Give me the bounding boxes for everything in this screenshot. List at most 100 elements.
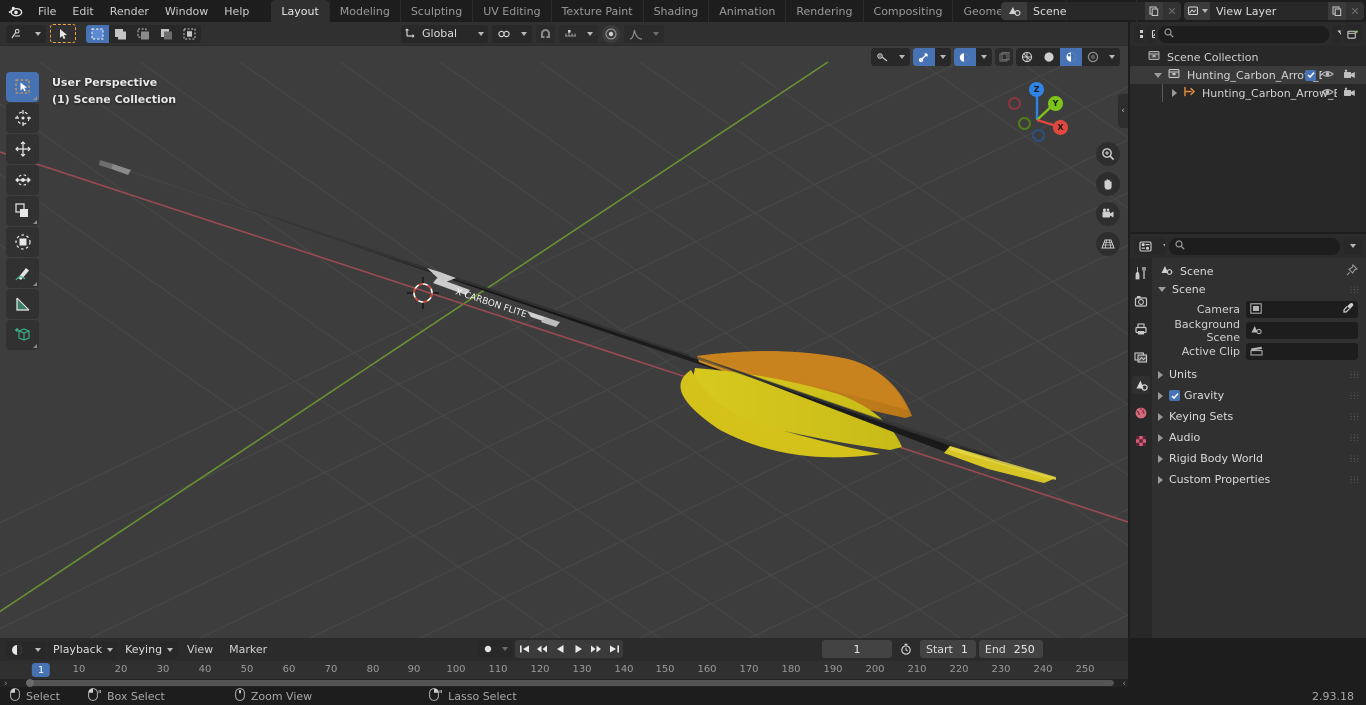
- gravity-checkbox[interactable]: [1169, 390, 1180, 401]
- menu-window[interactable]: Window: [157, 2, 216, 20]
- playback-transport[interactable]: [515, 640, 623, 658]
- falloff-dropdown-icon[interactable]: [648, 25, 664, 43]
- scrollbar-track[interactable]: [26, 680, 1114, 686]
- viewport-canvas[interactable]: X CARBON FLITE: [0, 22, 1128, 638]
- scene-name[interactable]: Scene: [1027, 2, 1145, 20]
- new-collection-icon[interactable]: [1344, 25, 1362, 43]
- properties-tab-world[interactable]: [1132, 404, 1150, 422]
- tab-uv-editing[interactable]: UV Editing: [472, 0, 550, 22]
- gizmo-axis-x[interactable]: X: [1053, 120, 1068, 135]
- toggle-xray-icon[interactable]: [954, 48, 976, 66]
- transform-orientation-dropdown[interactable]: Global: [401, 24, 489, 43]
- properties-tab-output[interactable]: [1132, 320, 1150, 338]
- timeline-menu-playback[interactable]: Playback: [48, 640, 119, 659]
- jump-to-start-icon[interactable]: [515, 640, 533, 658]
- properties-tab-scene[interactable]: [1132, 376, 1150, 394]
- outliner-filter-id[interactable]: [1146, 25, 1156, 43]
- filter-id-icon[interactable]: [1146, 25, 1156, 43]
- gizmo-axis-neg-x[interactable]: [1008, 97, 1021, 110]
- blender-logo-icon[interactable]: [0, 0, 30, 22]
- proportional-editing-icon[interactable]: [602, 24, 621, 43]
- gizmo-dropdown-icon[interactable]: [894, 48, 910, 66]
- 3d-viewport[interactable]: X CARBON FLITE User Perspective (1) Scen…: [0, 22, 1128, 638]
- property-field-background-scene[interactable]: [1246, 322, 1358, 339]
- viewport-render-preview-icon[interactable]: [995, 48, 1013, 66]
- show-gizmo-icon[interactable]: [871, 48, 894, 66]
- falloff-selector[interactable]: [624, 24, 665, 43]
- hand-icon[interactable]: [1096, 172, 1120, 196]
- next-keyframe-icon[interactable]: [587, 640, 605, 658]
- timeline-menu-view[interactable]: View: [180, 641, 220, 659]
- show-overlays-icon[interactable]: [913, 48, 935, 66]
- overlays-group[interactable]: [913, 48, 951, 66]
- tweak-tool-icon[interactable]: [6, 25, 30, 43]
- eyedropper-icon[interactable]: [1342, 302, 1354, 317]
- outliner-row-scene-collection[interactable]: Scene Collection: [1130, 48, 1366, 66]
- tool-scale[interactable]: [6, 196, 39, 226]
- new-scene-icon[interactable]: [1145, 2, 1163, 20]
- tool-annotate[interactable]: [6, 258, 39, 288]
- expander-down-icon[interactable]: [1154, 72, 1162, 78]
- scrollbar-knob[interactable]: [26, 679, 34, 687]
- magnet-icon[interactable]: [536, 24, 556, 43]
- gizmo-axis-neg-z[interactable]: [1032, 129, 1045, 142]
- property-field-camera[interactable]: [1246, 301, 1358, 318]
- tab-modeling[interactable]: Modeling: [328, 0, 400, 22]
- shading-rendered-icon[interactable]: [1082, 48, 1104, 66]
- expander-right-icon[interactable]: [1172, 89, 1177, 97]
- panel-header-units[interactable]: Units ::::::: [1152, 365, 1366, 384]
- snap-increment-icon[interactable]: [559, 25, 582, 43]
- properties-tab-render[interactable]: [1132, 292, 1150, 310]
- shading-dropdown-icon[interactable]: [1104, 48, 1120, 66]
- tool-measure[interactable]: [6, 289, 39, 319]
- select-extend-icon[interactable]: [109, 25, 132, 43]
- tweak-dropdown-icon[interactable]: [30, 25, 46, 43]
- smooth-falloff-icon[interactable]: [624, 25, 648, 43]
- panel-header-rigid-body-world[interactable]: Rigid Body World ::::::: [1152, 449, 1366, 468]
- tab-rendering[interactable]: Rendering: [785, 0, 862, 22]
- gizmo-axis-z[interactable]: Z: [1029, 82, 1044, 97]
- timeline-scrollbar[interactable]: › ‹: [0, 679, 1128, 689]
- outliner-row-arrow-object[interactable]: Hunting_Carbon_Arrow_E: [1130, 84, 1366, 102]
- unlink-layer-icon[interactable]: ✕: [1346, 2, 1364, 20]
- active-tool-indicator[interactable]: [50, 24, 76, 43]
- tab-shading[interactable]: Shading: [642, 0, 709, 22]
- property-field-active-clip[interactable]: [1246, 343, 1358, 360]
- render-camera-icon[interactable]: [1343, 87, 1356, 100]
- jump-to-end-icon[interactable]: [605, 640, 623, 658]
- properties-search-field[interactable]: [1189, 239, 1334, 253]
- select-set-icon[interactable]: [86, 24, 109, 43]
- shading-solid-icon[interactable]: [1038, 48, 1060, 66]
- xray-dropdown-icon[interactable]: [976, 48, 992, 66]
- previous-keyframe-icon[interactable]: [533, 640, 551, 658]
- render-camera-icon[interactable]: [1343, 69, 1356, 82]
- timeline-ruler[interactable]: 1 10 20 30 40 50 60 70 80 90 100 110 120…: [0, 661, 1128, 679]
- timeline-menu-keying[interactable]: Keying: [120, 640, 179, 659]
- funnel-icon[interactable]: [1332, 25, 1341, 43]
- outliner-display-mode[interactable]: [1134, 25, 1144, 43]
- panel-header-audio[interactable]: Audio ::::::: [1152, 428, 1366, 447]
- gizmo-axis-y[interactable]: Y: [1048, 96, 1063, 111]
- tweak-tool-selector[interactable]: [6, 24, 46, 43]
- tab-texture-paint[interactable]: Texture Paint: [550, 0, 643, 22]
- shading-wireframe-icon[interactable]: [1016, 48, 1038, 66]
- menu-help[interactable]: Help: [216, 2, 257, 20]
- scene-selector[interactable]: Scene ✕: [1001, 2, 1181, 20]
- menu-file[interactable]: File: [30, 2, 64, 20]
- navigation-gizmo[interactable]: Z Y X: [1002, 72, 1072, 142]
- gizmo-axis-neg-y[interactable]: [1018, 117, 1031, 130]
- auto-keying-icon[interactable]: [478, 640, 498, 658]
- magnifier-icon[interactable]: [1096, 142, 1120, 166]
- properties-editor[interactable]: Scene Scene :::::: Camera Background Sce…: [1130, 234, 1366, 638]
- properties-editor-type[interactable]: [1134, 237, 1165, 255]
- gizmo-toggle-group[interactable]: [871, 48, 910, 66]
- tool-add-cube[interactable]: [6, 320, 39, 350]
- select-invert-icon[interactable]: [155, 25, 178, 43]
- pivot-point-icon[interactable]: [492, 25, 516, 43]
- end-frame-field[interactable]: End 250: [978, 640, 1043, 658]
- snap-settings[interactable]: [559, 24, 599, 43]
- sidebar-collapse-arrow-icon[interactable]: ‹: [1118, 94, 1128, 128]
- select-subtract-icon[interactable]: [132, 25, 155, 43]
- menu-render[interactable]: Render: [102, 2, 157, 20]
- auto-keying-group[interactable]: [478, 640, 512, 658]
